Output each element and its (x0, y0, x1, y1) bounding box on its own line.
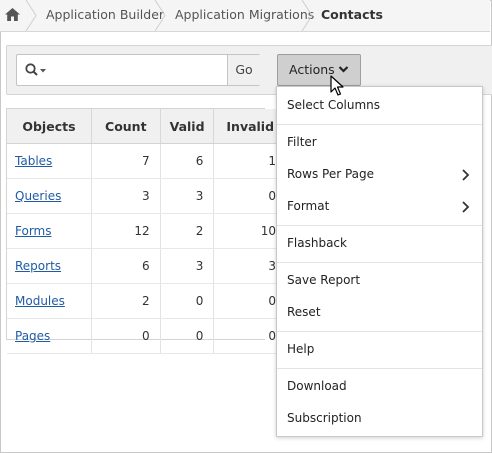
valid-cell: 0 (160, 318, 215, 354)
breadcrumb-separator (25, 0, 37, 31)
mouse-cursor-icon (330, 75, 344, 96)
actions-menu: Select Columns Filter Rows Per Page Form… (276, 86, 483, 437)
breadcrumb: Application Builder Application Migratio… (0, 0, 490, 32)
column-header-valid[interactable]: Valid (160, 109, 215, 144)
object-link[interactable]: Modules (15, 294, 65, 308)
object-cell: Pages (7, 318, 92, 354)
count-cell: 2 (91, 283, 161, 319)
object-cell: Modules (7, 283, 92, 319)
report-table: Objects Count Valid Invalid Tables 7 6 1… (7, 109, 287, 354)
breadcrumb-application-builder[interactable]: Application Builder (46, 0, 164, 31)
actions-label: Actions (289, 62, 335, 77)
column-header-objects[interactable]: Objects (7, 109, 92, 144)
go-button[interactable]: Go (227, 55, 260, 85)
table-row: Tables 7 6 1 (7, 143, 287, 179)
menu-item-select-columns[interactable]: Select Columns (287, 98, 380, 112)
chevron-down-icon (338, 66, 349, 73)
menu-separator (277, 225, 482, 226)
search-input[interactable] (55, 58, 219, 82)
actions-button[interactable]: Actions (277, 54, 361, 86)
menu-item-reset[interactable]: Reset (287, 305, 321, 319)
count-cell: 12 (91, 213, 161, 249)
menu-item-rows-per-page[interactable]: Rows Per Page (287, 167, 374, 181)
breadcrumb-current: Contacts (321, 7, 383, 22)
menu-item-flashback[interactable]: Flashback (287, 236, 347, 250)
menu-item-format[interactable]: Format (287, 199, 329, 213)
menu-separator (277, 331, 482, 332)
breadcrumb-separator (154, 0, 166, 31)
menu-item-subscription[interactable]: Subscription (287, 411, 362, 425)
valid-cell: 0 (160, 283, 215, 319)
object-link[interactable]: Queries (15, 189, 61, 203)
object-link[interactable]: Forms (15, 224, 51, 238)
object-link[interactable]: Tables (15, 154, 52, 168)
count-cell: 6 (91, 248, 161, 284)
valid-cell: 3 (160, 178, 215, 214)
home-icon (5, 8, 20, 21)
table-row: Queries 3 3 0 (7, 178, 287, 214)
object-link[interactable]: Pages (15, 329, 50, 343)
object-cell: Queries (7, 178, 92, 214)
table-row: Pages 0 0 0 (7, 318, 287, 354)
valid-cell: 3 (160, 248, 215, 284)
report-region: Objects Count Valid Invalid Tables 7 6 1… (6, 108, 287, 354)
table-header-row: Objects Count Valid Invalid (7, 109, 287, 144)
object-cell: Forms (7, 213, 92, 249)
count-cell: 7 (91, 143, 161, 179)
menu-separator (277, 368, 482, 369)
breadcrumb-home[interactable] (0, 0, 25, 31)
menu-item-save-report[interactable]: Save Report (287, 273, 360, 287)
menu-separator (277, 124, 482, 125)
count-cell: 0 (91, 318, 161, 354)
valid-cell: 2 (160, 213, 215, 249)
object-cell: Tables (7, 143, 92, 179)
column-header-count[interactable]: Count (91, 109, 161, 144)
chevron-right-icon (462, 201, 470, 213)
breadcrumb-separator (301, 0, 313, 31)
count-cell: 3 (91, 178, 161, 214)
menu-item-download[interactable]: Download (287, 379, 347, 393)
table-row: Modules 2 0 0 (7, 283, 287, 319)
table-row: Forms 12 2 10 (7, 213, 287, 249)
search-icon[interactable] (25, 63, 47, 80)
object-cell: Reports (7, 248, 92, 284)
breadcrumb-application-migrations[interactable]: Application Migrations (175, 0, 314, 31)
table-row: Reports 6 3 3 (7, 248, 287, 284)
menu-item-filter[interactable]: Filter (287, 135, 317, 149)
valid-cell: 6 (160, 143, 215, 179)
menu-item-help[interactable]: Help (287, 342, 314, 356)
menu-separator (277, 262, 482, 263)
object-link[interactable]: Reports (15, 259, 61, 273)
chevron-right-icon (462, 169, 470, 181)
search-field: Go (16, 54, 260, 86)
